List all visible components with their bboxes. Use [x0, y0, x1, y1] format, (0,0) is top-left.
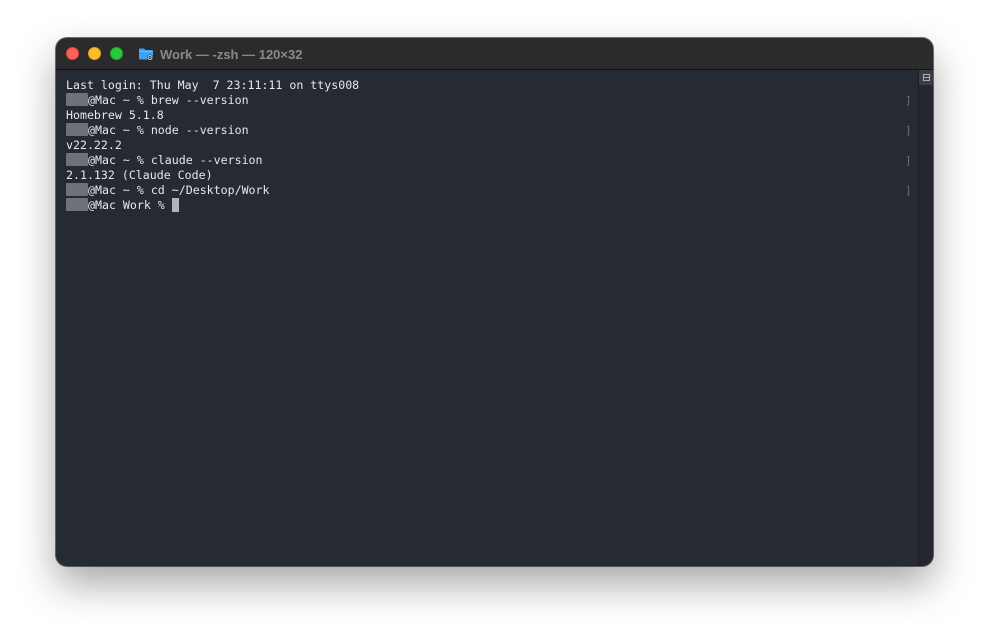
prompt: @Mac ~ %: [88, 93, 151, 107]
redacted-username: [66, 123, 88, 136]
command-line: @Mac ~ % brew --version]: [66, 93, 918, 108]
command-mark: ]: [905, 94, 912, 107]
command-line: @Mac ~ % node --version]: [66, 123, 918, 138]
scrollbar[interactable]: [918, 70, 933, 566]
output-line: 2.1.132 (Claude Code): [66, 168, 213, 182]
terminal-window: Work — -zsh — 120×32 Last login: Thu May…: [56, 38, 933, 566]
command-text: cd ~/Desktop/Work: [150, 183, 270, 197]
window-title-text: Work — -zsh — 120×32: [160, 46, 303, 62]
output-line: v22.22.2: [66, 138, 122, 152]
folder-icon: [139, 48, 153, 61]
command-line: @Mac ~ % cd ~/Desktop/Work]: [66, 183, 918, 198]
title-bar[interactable]: Work — -zsh — 120×32: [56, 38, 933, 70]
command-text: brew --version: [150, 93, 249, 107]
zoom-button[interactable]: [110, 47, 123, 60]
redacted-username: [66, 153, 88, 166]
terminal-output[interactable]: Last login: Thu May 7 23:11:11 on ttys00…: [56, 70, 918, 566]
command-text: node --version: [150, 123, 249, 137]
command-mark: ]: [905, 124, 912, 137]
last-login-line: Last login: Thu May 7 23:11:11 on ttys00…: [66, 78, 360, 92]
close-button[interactable]: [66, 47, 79, 60]
prompt: @Mac ~ %: [88, 123, 151, 137]
minimize-button[interactable]: [88, 47, 101, 60]
redacted-username: [66, 93, 88, 106]
split-pane-button[interactable]: [919, 70, 933, 85]
window-title: Work — -zsh — 120×32: [138, 38, 302, 70]
command-line: @Mac ~ % claude --version]: [66, 153, 918, 168]
redacted-username: [66, 198, 88, 211]
command-mark: ]: [905, 184, 912, 197]
command-text: claude --version: [150, 153, 263, 167]
text-cursor: [171, 198, 179, 212]
output-line: Homebrew 5.1.8: [66, 108, 164, 122]
current-prompt: @Mac Work %: [88, 198, 172, 212]
redacted-username: [66, 183, 88, 196]
prompt: @Mac ~ %: [88, 153, 151, 167]
split-pane-icon: [922, 74, 930, 81]
command-mark: ]: [905, 154, 912, 167]
prompt: @Mac ~ %: [88, 183, 151, 197]
current-prompt-line[interactable]: @Mac Work %: [66, 198, 918, 213]
